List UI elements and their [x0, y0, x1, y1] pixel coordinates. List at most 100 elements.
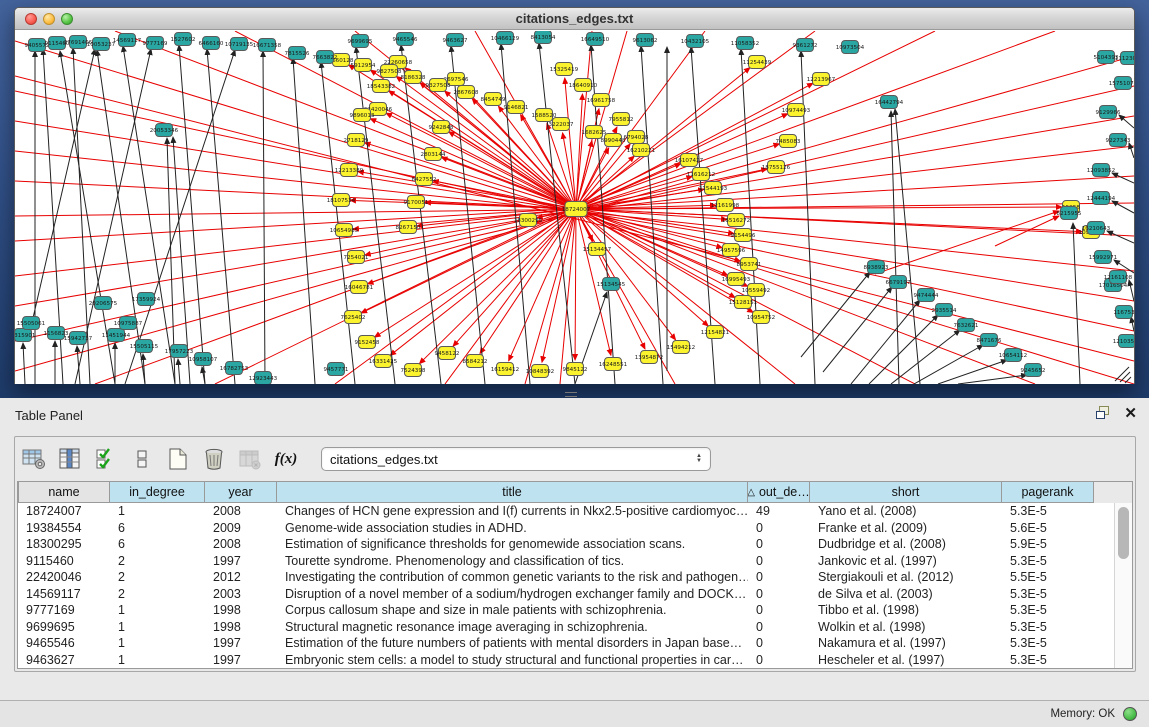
- table-cell[interactable]: 0: [748, 602, 810, 619]
- table-cell[interactable]: 2012: [205, 569, 277, 586]
- graph-node[interactable]: 9152458: [355, 336, 380, 349]
- table-row[interactable]: 946554611997Estimation of the future num…: [18, 635, 1114, 652]
- table-cell[interactable]: 1998: [205, 602, 277, 619]
- graph-node[interactable]: 9777169: [143, 37, 168, 50]
- table-row[interactable]: 1938455462009Genome-wide association stu…: [18, 520, 1114, 537]
- graph-node[interactable]: 11058352: [731, 37, 759, 50]
- table-cell[interactable]: 1997: [205, 635, 277, 652]
- table-cell[interactable]: Dudbridge et al. (2008): [810, 536, 1002, 553]
- table-selector-dropdown[interactable]: citations_edges.txt ▲▼: [321, 447, 711, 471]
- table-cell[interactable]: 0: [748, 536, 810, 553]
- graph-node[interactable]: 8427552: [412, 173, 437, 186]
- graph-node[interactable]: 2803144: [421, 148, 446, 161]
- table-cell[interactable]: 9699695: [18, 619, 110, 636]
- graph-node[interactable]: 7663822: [313, 51, 338, 64]
- graph-node[interactable]: 10466129: [491, 32, 520, 45]
- graph-node[interactable]: 16210221: [627, 144, 656, 157]
- graph-node[interactable]: 20206575: [89, 297, 118, 310]
- column-header-title[interactable]: title: [277, 482, 748, 503]
- graph-node[interactable]: 7815526: [285, 47, 310, 60]
- table-cell[interactable]: 5.3E-5: [1002, 635, 1094, 652]
- graph-node[interactable]: 16671358: [253, 39, 282, 52]
- table-cell[interactable]: Estimation of significance thresholds fo…: [277, 536, 748, 553]
- table-cell[interactable]: 1997: [205, 553, 277, 570]
- new-table-icon[interactable]: [165, 446, 191, 472]
- graph-node[interactable]: 8584212: [463, 355, 488, 368]
- table-cell[interactable]: 0: [748, 586, 810, 603]
- table-row[interactable]: 969969511998Structural magnetic resonanc…: [18, 619, 1114, 636]
- graph-node[interactable]: 6794028: [624, 131, 649, 144]
- table-cell[interactable]: 2009: [205, 520, 277, 537]
- graph-node[interactable]: 7524398: [401, 364, 426, 377]
- table-row[interactable]: 977716911998Corpus callosum shape and si…: [18, 602, 1114, 619]
- table-cell[interactable]: 1: [110, 619, 205, 636]
- delete-table-icon[interactable]: [237, 446, 263, 472]
- table-cell[interactable]: 1: [110, 503, 205, 520]
- table-cell[interactable]: Stergiakouli et al. (2012): [810, 569, 1002, 586]
- graph-node[interactable]: 11616212: [687, 168, 715, 181]
- table-cell[interactable]: Franke et al. (2009): [810, 520, 1002, 537]
- table-cell[interactable]: 9115460: [18, 553, 110, 570]
- graph-node[interactable]: 10954752: [747, 311, 775, 324]
- graph-node[interactable]: 16782753: [220, 362, 249, 375]
- graph-node[interactable]: 15494212: [667, 341, 695, 354]
- table-row[interactable]: 2242004622012Investigating the contribut…: [18, 569, 1114, 586]
- graph-node[interactable]: 1682625: [582, 126, 607, 139]
- graph-node[interactable]: 16046781: [345, 281, 374, 294]
- graph-node[interactable]: 9361272: [793, 39, 818, 52]
- table-cell[interactable]: 2008: [205, 503, 277, 520]
- graph-node[interactable]: 11544193: [699, 182, 728, 195]
- graph-node[interactable]: 8267150: [396, 221, 421, 234]
- graph-node[interactable]: 9242848: [429, 121, 454, 134]
- delete-trash-icon[interactable]: [201, 446, 227, 472]
- graph-node[interactable]: 16442794: [875, 96, 904, 109]
- graph-node[interactable]: 2718129: [344, 134, 369, 147]
- graph-node[interactable]: 9129966: [1096, 106, 1121, 119]
- scrollbar-thumb[interactable]: [1118, 507, 1129, 559]
- graph-node[interactable]: 8938923: [864, 261, 889, 274]
- graph-node[interactable]: 12103514: [1113, 335, 1134, 348]
- graph-node[interactable]: 12444194: [1087, 192, 1116, 205]
- table-row[interactable]: 911546021997Tourette syndrome. Phenomeno…: [18, 553, 1114, 570]
- graph-node[interactable]: 8471676: [977, 334, 1002, 347]
- column-header-name[interactable]: name: [18, 482, 110, 503]
- table-cell[interactable]: 5.3E-5: [1002, 602, 1094, 619]
- table-cell[interactable]: 5.3E-5: [1002, 586, 1094, 603]
- graph-node[interactable]: 12154821: [701, 326, 730, 339]
- column-header-short[interactable]: short: [810, 482, 1002, 503]
- graph-node[interactable]: 9146821: [504, 101, 529, 114]
- table-cell[interactable]: Genome-wide association studies in ADHD.: [277, 520, 748, 537]
- table-cell[interactable]: 49: [748, 503, 810, 520]
- graph-node[interactable]: 6679197: [886, 276, 911, 289]
- network-window-titlebar[interactable]: citations_edges.txt: [15, 8, 1134, 30]
- graph-node[interactable]: 9699695: [348, 35, 373, 48]
- table-cell[interactable]: 1: [110, 652, 205, 669]
- graph-node[interactable]: 15992971: [1089, 251, 1118, 264]
- table-cell[interactable]: 2: [110, 553, 205, 570]
- graph-node[interactable]: 17359924: [132, 293, 161, 306]
- graph-node[interactable]: 16248551: [599, 358, 628, 371]
- graph-node[interactable]: 9457771: [324, 363, 349, 376]
- graph-node[interactable]: 7485083: [776, 135, 801, 148]
- graph-node[interactable]: 15128151: [729, 296, 758, 309]
- graph-node[interactable]: 10719135: [225, 38, 254, 51]
- table-row[interactable]: 1456911722003Disruption of a novel membe…: [18, 586, 1114, 603]
- graph-node[interactable]: 6466160: [199, 37, 224, 50]
- table-cell[interactable]: Disruption of a novel member of a sodium…: [277, 586, 748, 603]
- column-header-in_degree[interactable]: in_degree: [110, 482, 205, 503]
- table-cell[interactable]: 6: [110, 520, 205, 537]
- table-cell[interactable]: Tibbo et al. (1998): [810, 602, 1002, 619]
- table-cell[interactable]: 1: [110, 635, 205, 652]
- table-cell[interactable]: 1997: [205, 652, 277, 669]
- table-cell[interactable]: Changes of HCN gene expression and I(f) …: [277, 503, 748, 520]
- table-cell[interactable]: 5.3E-5: [1002, 619, 1094, 636]
- table-cell[interactable]: 1998: [205, 619, 277, 636]
- graph-node[interactable]: 10973504: [836, 41, 865, 54]
- graph-node[interactable]: 18543382: [367, 80, 395, 93]
- function-builder-icon[interactable]: f(x): [273, 446, 299, 472]
- graph-node[interactable]: 9170051: [404, 196, 429, 209]
- graph-node[interactable]: 3222037: [549, 118, 574, 131]
- table-cell[interactable]: Embryonic stem cells: a model to study s…: [277, 652, 748, 669]
- table-cell[interactable]: 18300295: [18, 536, 110, 553]
- table-cell[interactable]: 5.3E-5: [1002, 652, 1094, 669]
